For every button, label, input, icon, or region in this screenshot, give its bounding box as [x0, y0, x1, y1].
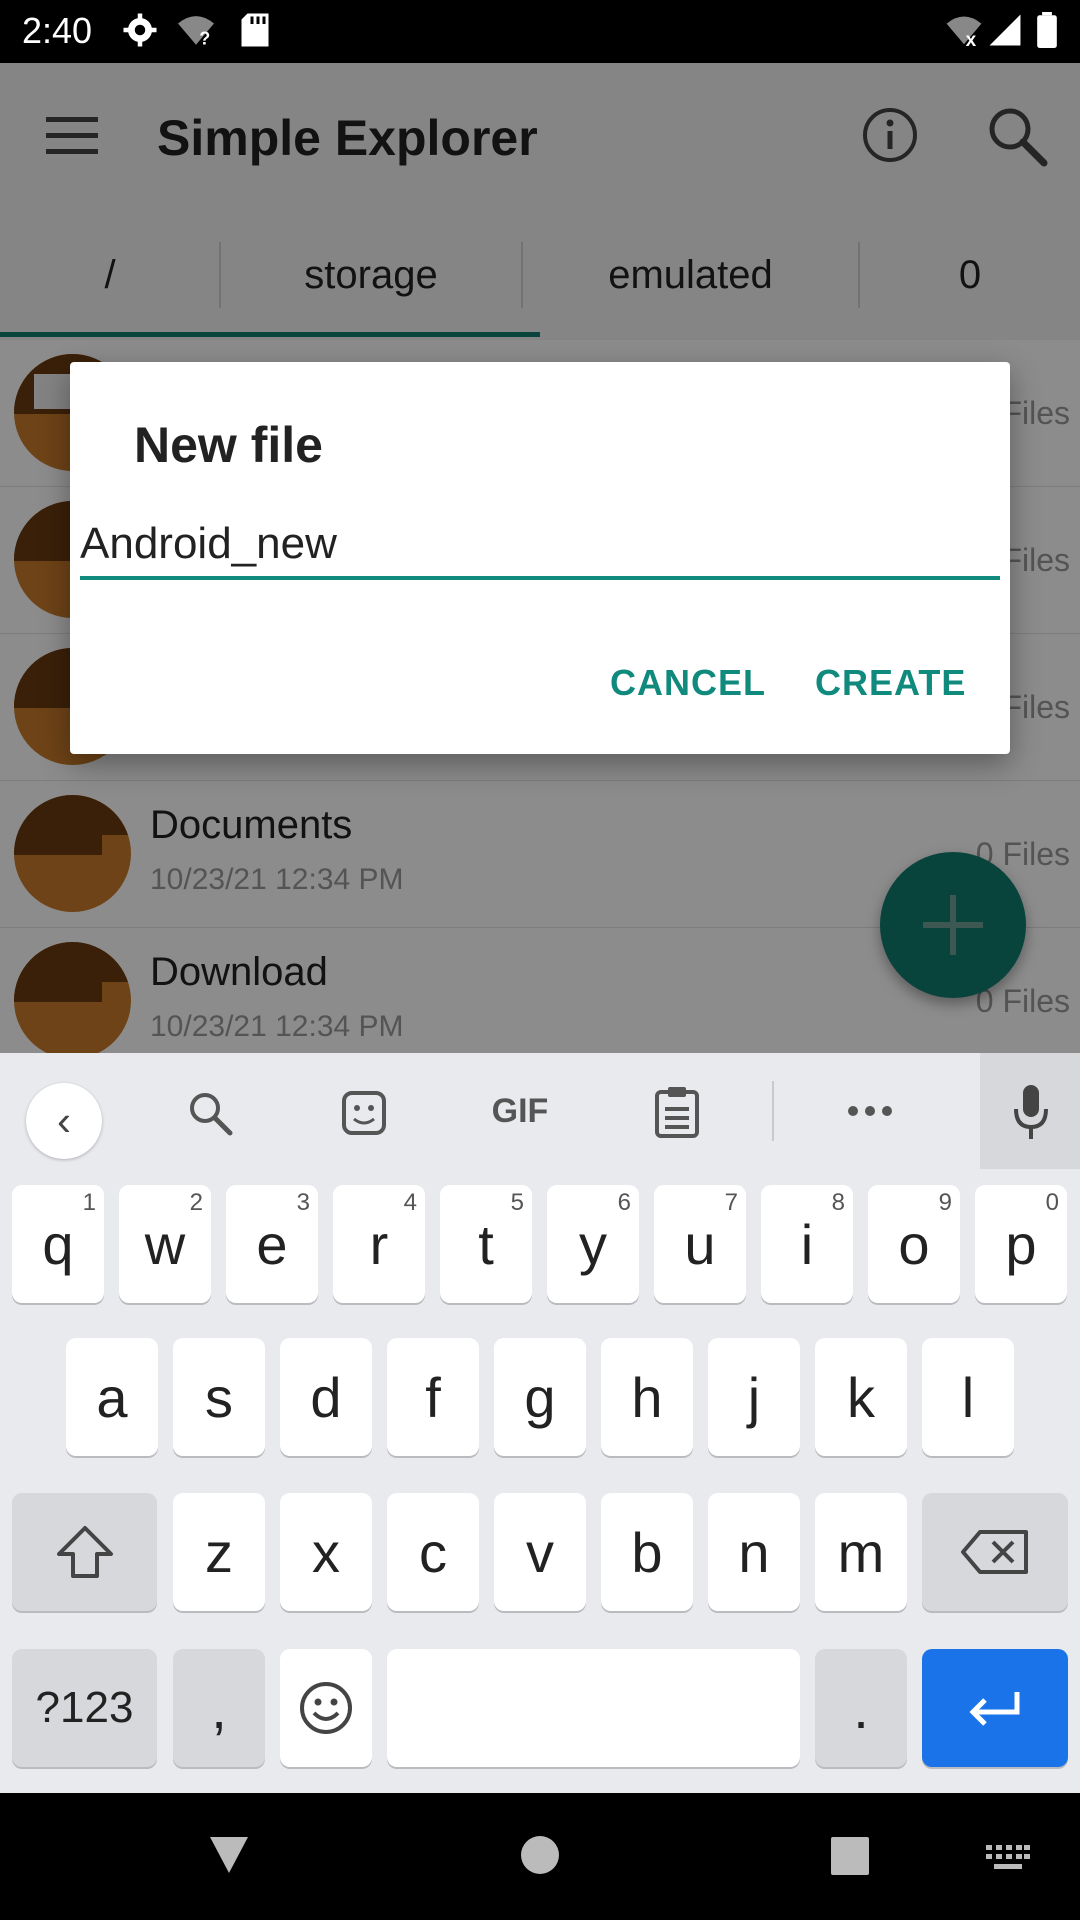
- new-file-dialog: New file CANCEL CREATE: [70, 362, 1010, 754]
- emoji-key[interactable]: [280, 1649, 372, 1767]
- key-f[interactable]: f: [387, 1338, 479, 1456]
- svg-text:?: ?: [199, 29, 210, 48]
- key-label: t: [478, 1212, 494, 1276]
- suggestion-divider: [772, 1081, 774, 1141]
- clipboard-icon[interactable]: [654, 1085, 700, 1139]
- key-l[interactable]: l: [922, 1338, 1014, 1456]
- key-j[interactable]: j: [708, 1338, 800, 1456]
- key-label: p: [1005, 1212, 1037, 1276]
- search-icon[interactable]: [186, 1089, 234, 1137]
- key-hint: 3: [296, 1189, 310, 1216]
- key-z[interactable]: z: [173, 1493, 265, 1611]
- recents-nav-icon[interactable]: [831, 1837, 869, 1875]
- more-icon[interactable]: [846, 1103, 894, 1119]
- key-s[interactable]: s: [173, 1338, 265, 1456]
- settings-icon: [123, 13, 157, 47]
- key-x[interactable]: x: [280, 1493, 372, 1611]
- key-t[interactable]: t5: [440, 1185, 532, 1303]
- key-label: o: [898, 1212, 930, 1276]
- keyboard: ‹ GIF q1 w2 e3 r4 t5 y6 u 7 i 8 o 9 p 0 …: [0, 1053, 1080, 1793]
- key-hint: 1: [82, 1189, 96, 1216]
- backspace-key[interactable]: [922, 1493, 1068, 1611]
- gif-button[interactable]: GIF: [480, 1073, 560, 1149]
- key-b[interactable]: b: [601, 1493, 693, 1611]
- back-icon[interactable]: ‹: [26, 1083, 102, 1159]
- suggestion-bar: ‹ GIF: [0, 1053, 1080, 1169]
- key-label: u: [684, 1212, 716, 1276]
- home-nav-icon[interactable]: [520, 1835, 560, 1875]
- key-g[interactable]: g: [494, 1338, 586, 1456]
- key-hint: 0: [1045, 1189, 1059, 1216]
- enter-key[interactable]: [922, 1649, 1068, 1767]
- space-key[interactable]: [387, 1649, 800, 1767]
- key-i[interactable]: i8: [761, 1185, 853, 1303]
- wifi-unknown-icon: ?: [178, 16, 214, 48]
- backspace-icon: [961, 1530, 1028, 1574]
- symbols-key[interactable]: ?123: [12, 1649, 157, 1767]
- key-k[interactable]: k: [815, 1338, 907, 1456]
- battery-icon: [1037, 12, 1057, 48]
- key-o[interactable]: o9: [868, 1185, 960, 1303]
- key-label: e: [256, 1212, 288, 1276]
- key-hint: 9: [938, 1189, 952, 1216]
- key-m[interactable]: m: [815, 1493, 907, 1611]
- emoji-icon: [300, 1682, 352, 1734]
- key-label: i: [800, 1212, 814, 1276]
- dialog-title: New file: [134, 417, 323, 473]
- shift-icon: [56, 1526, 113, 1578]
- key-hint: 5: [510, 1189, 524, 1216]
- create-button[interactable]: CREATE: [815, 662, 966, 704]
- status-bar: 2:40 ? x: [0, 0, 1080, 63]
- key-a[interactable]: a: [66, 1338, 158, 1456]
- key-r[interactable]: r4: [333, 1185, 425, 1303]
- enter-icon: [969, 1692, 1020, 1726]
- svg-text:x: x: [966, 30, 977, 48]
- key-w[interactable]: w2: [119, 1185, 211, 1303]
- key-label: w: [144, 1212, 186, 1276]
- mic-icon: [1014, 1085, 1048, 1139]
- key-hint: 4: [403, 1189, 417, 1216]
- sticker-icon[interactable]: [340, 1089, 388, 1137]
- key-v[interactable]: v: [494, 1493, 586, 1611]
- key-label: q: [42, 1212, 74, 1276]
- cancel-button[interactable]: CANCEL: [610, 662, 766, 704]
- period-key[interactable]: .: [815, 1649, 907, 1767]
- wifi-off-icon: x: [946, 16, 982, 48]
- key-hint: 8: [831, 1189, 845, 1216]
- key-hint: 6: [617, 1189, 631, 1216]
- signal-icon: [989, 14, 1021, 46]
- key-q[interactable]: q1: [12, 1185, 104, 1303]
- key-label: y: [579, 1212, 607, 1276]
- key-hint: 2: [189, 1189, 203, 1216]
- key-p[interactable]: p0: [975, 1185, 1067, 1303]
- keyboard-switch-icon[interactable]: [986, 1845, 1030, 1873]
- key-y[interactable]: y6: [547, 1185, 639, 1303]
- key-c[interactable]: c: [387, 1493, 479, 1611]
- key-n[interactable]: n: [708, 1493, 800, 1611]
- back-nav-icon[interactable]: [208, 1835, 250, 1875]
- key-label: r: [369, 1212, 389, 1276]
- key-hint: 7: [724, 1189, 738, 1216]
- comma-key[interactable]: ,: [173, 1649, 265, 1767]
- filename-input[interactable]: [80, 512, 1000, 580]
- key-d[interactable]: d: [280, 1338, 372, 1456]
- mic-button[interactable]: [980, 1053, 1080, 1169]
- sd-card-icon: [241, 13, 269, 47]
- shift-key[interactable]: [12, 1493, 157, 1611]
- status-time: 2:40: [22, 10, 93, 51]
- key-e[interactable]: e3: [226, 1185, 318, 1303]
- navigation-bar: [0, 1793, 1080, 1920]
- key-h[interactable]: h: [601, 1338, 693, 1456]
- key-u[interactable]: u7: [654, 1185, 746, 1303]
